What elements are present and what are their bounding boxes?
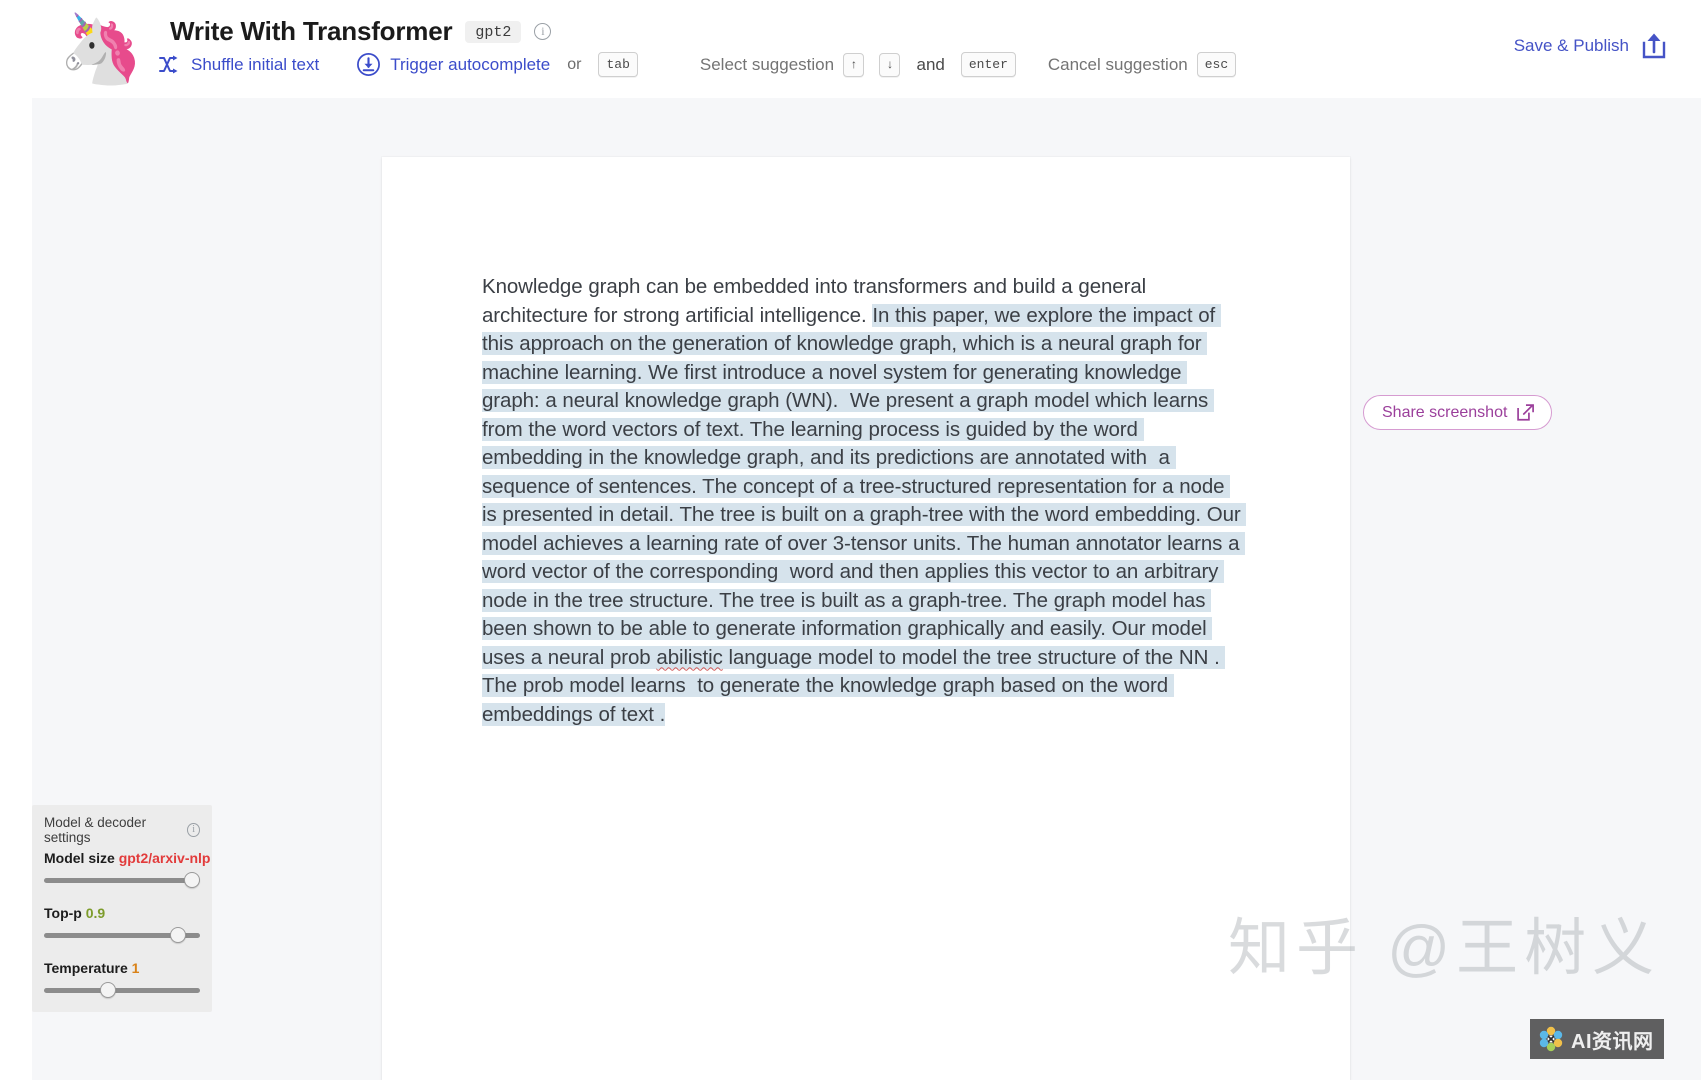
temperature-slider-track — [44, 988, 200, 993]
settings-title: Model & decoder settings — [44, 815, 147, 845]
share-screenshot-button[interactable]: Share screenshot — [1363, 395, 1553, 430]
hint-cancel-suggestion: Cancel suggestion esc — [1047, 52, 1237, 77]
unicorn-logo-icon: 🦄 — [58, 11, 144, 87]
download-circle-icon — [356, 52, 381, 77]
page-title: Write With Transformer — [170, 16, 453, 46]
settings-info-icon[interactable]: i — [187, 823, 200, 837]
info-icon[interactable]: i — [534, 23, 552, 40]
external-link-icon — [1516, 403, 1535, 422]
hint-shuffle-label: Shuffle initial text — [191, 54, 320, 74]
hint-trigger-autocomplete[interactable]: Trigger autocomplete or tab — [356, 52, 638, 77]
title-row: Write With Transformer gpt2 i — [170, 16, 552, 47]
keyboard-hints-row: Shuffle initial text Trigger autocomplet… — [158, 52, 1237, 77]
hint-shuffle[interactable]: Shuffle initial text — [158, 54, 319, 76]
header-divider — [0, 96, 1701, 98]
top-p-value: 0.9 — [85, 905, 106, 921]
share-screenshot-label: Share screenshot — [1382, 403, 1508, 421]
key-esc[interactable]: esc — [1196, 52, 1237, 77]
model-size-value: gpt2/arxiv-nlp — [118, 850, 211, 866]
top-p-slider-thumb[interactable] — [170, 927, 186, 943]
model-size-label-row: Model size gpt2/arxiv-nlp — [44, 850, 210, 866]
temperature-label-row: Temperature 1 — [44, 960, 200, 976]
key-arrow-down[interactable]: ↓ — [879, 52, 901, 77]
temperature-label: Temperature — [44, 960, 128, 976]
key-tab[interactable]: tab — [598, 52, 638, 77]
key-enter[interactable]: enter — [960, 52, 1016, 77]
generated-text-part1: In this paper, we explore the impact of … — [482, 303, 1247, 669]
top-p-label: Top-p — [44, 905, 82, 921]
key-arrow-up[interactable]: ↑ — [843, 52, 865, 77]
text-caret — [665, 705, 666, 724]
document-card[interactable]: Knowledge graph can be embedded into tra… — [382, 157, 1350, 1080]
hint-select-label: Select suggestion — [699, 54, 835, 74]
model-size-slider-thumb[interactable] — [184, 872, 200, 888]
editor-text[interactable]: Knowledge graph can be embedded into tra… — [482, 273, 1247, 729]
misspelled-word[interactable]: abilistic — [656, 645, 723, 669]
shuffle-icon — [158, 54, 182, 76]
temperature-slider-thumb[interactable] — [100, 982, 116, 998]
model-badge: gpt2 — [465, 20, 522, 43]
hint-trigger-label: Trigger autocomplete — [390, 54, 551, 74]
settings-header: Model & decoder settings i — [44, 815, 200, 845]
save-publish-button[interactable]: Save & Publish — [1514, 32, 1667, 60]
top-p-label-row: Top-p 0.9 — [44, 905, 200, 921]
temperature-slider[interactable] — [44, 982, 200, 998]
hint-or-word: or — [567, 55, 582, 73]
editor-canvas: Knowledge graph can be embedded into tra… — [32, 98, 1701, 1080]
hint-select-suggestion: Select suggestion ↑ ↓ and enter — [700, 52, 1016, 77]
model-size-label: Model size — [44, 850, 115, 866]
save-publish-label: Save & Publish — [1513, 36, 1629, 55]
upload-icon — [1641, 32, 1667, 60]
hint-and-word: and — [916, 54, 945, 74]
model-size-slider[interactable] — [44, 872, 200, 888]
app-root: 🦄 Write With Transformer gpt2 i Shuffle … — [0, 0, 1701, 1080]
model-size-slider-track — [44, 878, 200, 883]
app-header: 🦄 Write With Transformer gpt2 i Shuffle … — [0, 0, 1701, 98]
top-p-slider[interactable] — [44, 927, 200, 943]
model-decoder-settings-panel: Model & decoder settings i Model size gp… — [32, 805, 212, 1012]
hint-cancel-label: Cancel suggestion — [1047, 54, 1188, 74]
temperature-value: 1 — [131, 960, 140, 976]
